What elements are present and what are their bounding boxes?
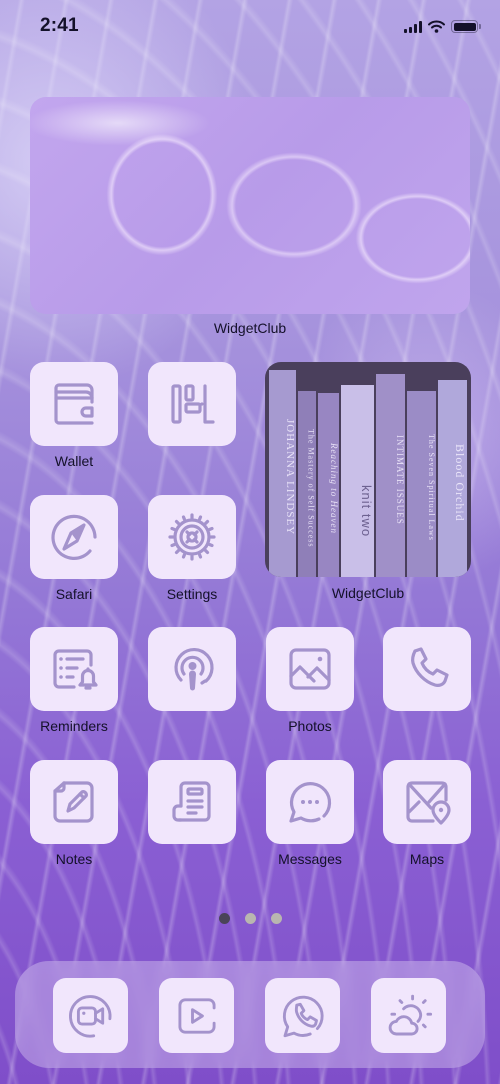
dock-app-youtube[interactable]: [159, 978, 234, 1053]
dock-app-facetime[interactable]: [53, 978, 128, 1053]
page-dot-active[interactable]: [218, 913, 230, 924]
status-icons: [404, 20, 481, 33]
app-tile[interactable]: [53, 978, 128, 1053]
widget-water-photo[interactable]: [30, 97, 470, 314]
app-messages[interactable]: Messages: [266, 760, 354, 870]
app-news[interactable]: [148, 760, 236, 870]
app-label: Notes: [55, 851, 93, 867]
app-tile[interactable]: [148, 760, 236, 844]
facetime-video-icon: [68, 994, 111, 1038]
widget-books-photo[interactable]: JOHANNA LINDSEY The Mastery of Self Succ…: [265, 362, 471, 577]
whatsapp-icon: [282, 995, 324, 1037]
app-label: Reminders: [40, 718, 108, 734]
map-pin-icon: [406, 781, 451, 825]
app-safari[interactable]: Safari: [30, 495, 118, 605]
dock: [15, 961, 485, 1068]
app-tile[interactable]: [30, 495, 118, 579]
book-spine: Reaching to Heaven: [317, 392, 339, 577]
app-tile[interactable]: [30, 760, 118, 844]
app-phone[interactable]: [383, 627, 471, 737]
app-label: Wallet: [54, 453, 94, 469]
app-tile[interactable]: [30, 627, 118, 711]
app-settings[interactable]: Settings: [148, 495, 236, 605]
book-spine: INTIMATE ISSUES: [375, 374, 405, 577]
photo-icon: [289, 648, 331, 690]
book-spine: Blood Orchid: [437, 380, 467, 577]
app-tile[interactable]: [371, 978, 446, 1053]
gear-icon: [168, 513, 216, 561]
book-spine: The Seven Spiritual Laws: [406, 390, 436, 577]
compass-icon: [51, 514, 97, 560]
app-notes[interactable]: Notes: [30, 760, 118, 870]
book-spine: The Mastery of Self Success: [298, 390, 316, 577]
status-time: 2:41: [40, 15, 79, 36]
app-tile[interactable]: [383, 760, 471, 844]
dock-app-weather[interactable]: [371, 978, 446, 1053]
app-tile[interactable]: [265, 978, 340, 1053]
app-tile[interactable]: [266, 760, 354, 844]
app-board[interactable]: [148, 362, 236, 472]
wifi-icon: [428, 20, 445, 33]
app-podcasts[interactable]: [148, 627, 236, 737]
phone-icon: [411, 647, 449, 687]
app-wallet[interactable]: Wallet: [30, 362, 118, 472]
app-tile[interactable]: [148, 362, 236, 446]
app-label: Settings: [166, 586, 218, 602]
page-dot[interactable]: [244, 913, 256, 924]
app-label: Safari: [55, 586, 93, 602]
cellular-signal-icon: [404, 20, 422, 33]
app-tile[interactable]: [148, 627, 236, 711]
app-reminders[interactable]: Reminders: [30, 627, 118, 737]
status-bar: 2:41: [0, 0, 500, 54]
wallet-icon: [54, 383, 94, 425]
app-label: Photos: [288, 718, 332, 734]
note-pencil-icon: [53, 781, 94, 823]
app-tile[interactable]: [266, 627, 354, 711]
app-tile[interactable]: [383, 627, 471, 711]
news-icon: [172, 781, 211, 822]
page-dot[interactable]: [270, 913, 282, 924]
app-tile[interactable]: [148, 495, 236, 579]
battery-icon: [451, 20, 481, 33]
app-photos[interactable]: Photos: [266, 627, 354, 737]
page-indicator[interactable]: [0, 913, 500, 924]
weather-sun-cloud-icon: [388, 994, 432, 1035]
app-label: Maps: [409, 851, 445, 867]
app-maps[interactable]: Maps: [383, 760, 471, 870]
book-spine: knit two: [340, 384, 374, 577]
reminder-list-bell-icon: [53, 649, 98, 690]
widget-label: WidgetClub: [331, 585, 405, 601]
podcast-icon: [174, 647, 214, 691]
board-icon: [171, 384, 215, 424]
chat-bubble-icon: [289, 782, 332, 823]
app-tile[interactable]: [30, 362, 118, 446]
app-label: Messages: [278, 851, 342, 867]
dock-app-whatsapp[interactable]: [265, 978, 340, 1053]
book-spine: JOHANNA LINDSEY: [269, 370, 297, 577]
app-tile[interactable]: [159, 978, 234, 1053]
widget-label: WidgetClub: [213, 320, 287, 336]
youtube-play-icon: [177, 997, 216, 1034]
